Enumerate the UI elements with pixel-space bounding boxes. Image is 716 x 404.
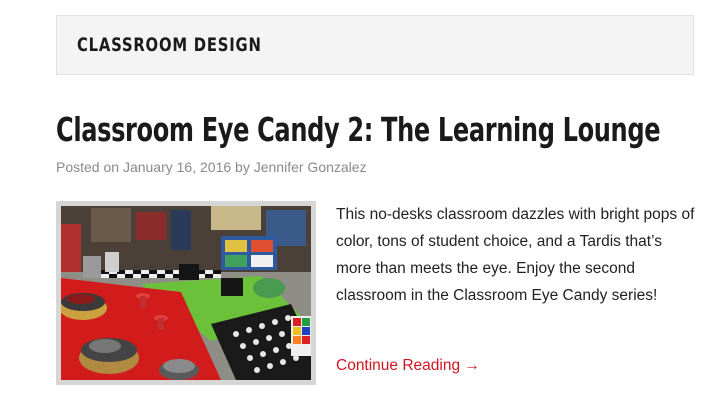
posted-on-label: Posted on xyxy=(56,159,120,175)
post-meta: Posted on January 16, 2016 by Jennifer G… xyxy=(56,159,367,175)
category-header: CLASSROOM DESIGN xyxy=(56,15,694,75)
classroom-photo xyxy=(61,206,311,380)
post-title[interactable]: Classroom Eye Candy 2: The Learning Loun… xyxy=(56,110,661,150)
post-thumbnail[interactable] xyxy=(56,201,316,385)
post-excerpt: This no-desks classroom dazzles with bri… xyxy=(336,206,695,304)
continue-reading-link[interactable]: Continue Reading → xyxy=(336,357,480,375)
post-author[interactable]: Jennifer Gonzalez xyxy=(254,159,367,175)
category-title: CLASSROOM DESIGN xyxy=(77,34,262,56)
by-label: by xyxy=(235,159,250,175)
post-date[interactable]: January 16, 2016 xyxy=(123,159,231,175)
